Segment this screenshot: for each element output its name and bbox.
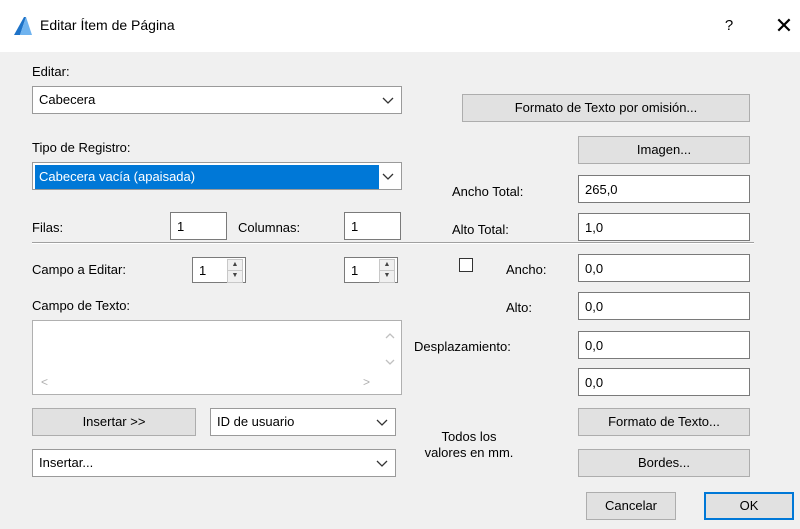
filas-field[interactable]: 1 (170, 212, 227, 240)
editar-label: Editar: (32, 64, 70, 79)
columnas-field[interactable]: 1 (344, 212, 401, 240)
ok-button[interactable]: OK (704, 492, 794, 520)
alto-value: 0,0 (585, 299, 604, 314)
campo-editar-spinner-1[interactable]: 1 ▲ ▼ (192, 257, 246, 283)
window-title: Editar Ítem de Página (40, 17, 175, 33)
campo-editar-label: Campo a Editar: (32, 262, 126, 277)
desplazamiento-label: Desplazamiento: (414, 339, 511, 354)
ancho-value: 0,0 (585, 261, 604, 276)
spin-down-icon[interactable]: ▼ (227, 270, 243, 283)
close-button[interactable]: ✕ (770, 13, 798, 39)
insertar-value: Insertar... (39, 455, 94, 470)
campo-texto-label: Campo de Texto: (32, 298, 131, 313)
columnas-value: 1 (351, 219, 359, 234)
ancho-label: Ancho: (506, 262, 547, 277)
desplazamiento-field-1[interactable]: 0,0 (578, 331, 750, 359)
ancho-checkbox[interactable] (459, 258, 473, 272)
tipo-registro-select[interactable]: Cabecera vacía (apaisada) (32, 162, 402, 190)
desplazamiento-field-2[interactable]: 0,0 (578, 368, 750, 396)
id-usuario-value: ID de usuario (217, 414, 295, 429)
cancel-button[interactable]: Cancelar (586, 492, 676, 520)
note-line-1: Todos los (441, 429, 497, 444)
formato-texto-button[interactable]: Formato de Texto... (578, 408, 750, 436)
filas-label: Filas: (32, 220, 64, 235)
ancho-total-value: 265,0 (585, 182, 618, 197)
id-usuario-select[interactable]: ID de usuario (210, 408, 396, 436)
alto-total-field[interactable]: 1,0 (578, 213, 750, 241)
chevron-down-icon (382, 173, 394, 180)
chevron-down-icon (382, 97, 394, 104)
ancho-total-field[interactable]: 265,0 (578, 175, 750, 203)
scroll-right-icon[interactable]: > (363, 375, 370, 389)
help-button[interactable]: ? (716, 14, 742, 38)
desplazamiento-value-1: 0,0 (585, 338, 604, 353)
campo-texto-textarea[interactable]: < > (32, 320, 402, 395)
editar-select[interactable]: Cabecera (32, 86, 402, 114)
alto-total-value: 1,0 (585, 220, 604, 235)
tipo-registro-value: Cabecera vacía (apaisada) (35, 165, 379, 189)
scroll-down-icon[interactable] (383, 355, 397, 369)
alto-total-label: Alto Total: (452, 222, 509, 237)
campo-editar-value-2: 1 (351, 263, 359, 278)
chevron-down-icon (376, 460, 388, 467)
divider (32, 242, 754, 244)
alto-label: Alto: (506, 300, 533, 315)
ancho-field[interactable]: 0,0 (578, 254, 750, 282)
insertar-select[interactable]: Insertar... (32, 449, 396, 477)
chevron-down-icon (376, 419, 388, 426)
editar-value: Cabecera (39, 92, 96, 107)
ancho-total-label: Ancho Total: (452, 184, 524, 199)
columnas-label: Columnas: (238, 220, 301, 235)
archicad-app-icon (14, 17, 32, 35)
imagen-button[interactable]: Imagen... (578, 136, 750, 164)
filas-value: 1 (177, 219, 185, 234)
scroll-up-icon[interactable] (383, 329, 397, 343)
spin-down-icon[interactable]: ▼ (379, 270, 395, 283)
campo-editar-value-1: 1 (199, 263, 207, 278)
insertar-button[interactable]: Insertar >> (32, 408, 196, 436)
tipo-registro-label: Tipo de Registro: (32, 140, 131, 155)
formato-omision-button[interactable]: Formato de Texto por omisión... (462, 94, 750, 122)
alto-field[interactable]: 0,0 (578, 292, 750, 320)
scroll-left-icon[interactable]: < (41, 375, 48, 389)
note-line-2: valores en mm. (424, 445, 514, 460)
campo-editar-spinner-2[interactable]: 1 ▲ ▼ (344, 257, 398, 283)
bordes-button[interactable]: Bordes... (578, 449, 750, 477)
desplazamiento-value-2: 0,0 (585, 375, 604, 390)
